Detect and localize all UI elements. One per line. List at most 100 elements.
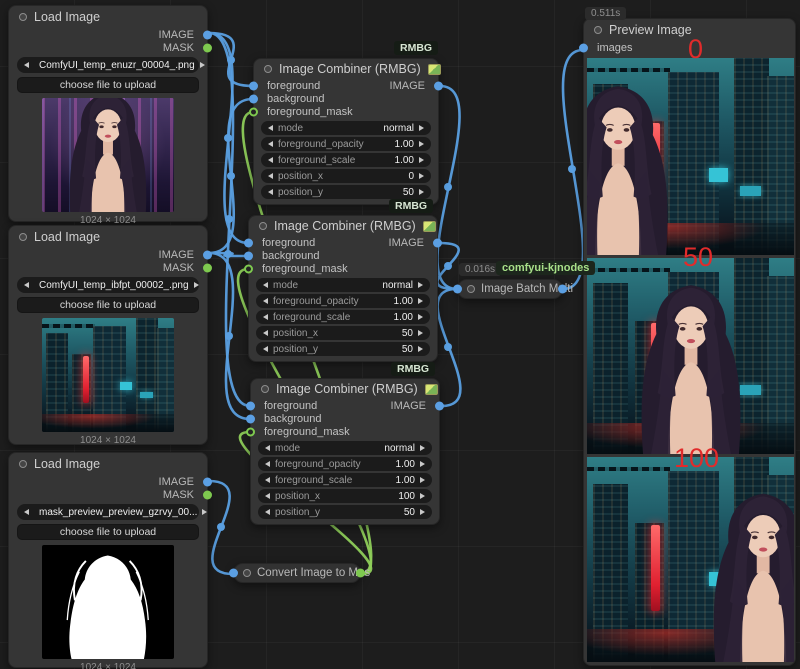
node-graph-canvas[interactable]: Load Image IMAGE MASK image ComfyUI_temp… [0,0,800,669]
prev-arrow-icon[interactable] [268,173,273,179]
background-input-dot[interactable] [246,414,255,423]
widget-position-x[interactable]: position_x 0 [261,169,431,183]
next-arrow-icon[interactable] [420,445,425,451]
widget-position-y[interactable]: position_y 50 [258,505,432,519]
widget-mode[interactable]: mode normal [261,121,431,135]
output-slot-image[interactable]: IMAGE [9,475,207,488]
node-image-combiner-3[interactable]: Image Combiner (RMBG) foreground IMAGE b… [250,378,440,525]
collapse-dot-icon[interactable] [19,13,27,21]
foreground-input-dot[interactable] [244,238,253,247]
foreground-mask-input-dot[interactable] [244,264,253,273]
collapse-dot-icon[interactable] [19,233,27,241]
output-slot-mask[interactable]: MASK [9,41,207,54]
collapse-dot-icon[interactable] [594,26,602,34]
node-title-bar[interactable]: Load Image [9,226,207,248]
background-input-dot[interactable] [249,94,258,103]
input-slot-background[interactable]: background [251,412,439,425]
node-title-bar[interactable]: Image Combiner (RMBG) [249,216,437,236]
node-image-combiner-1[interactable]: Image Combiner (RMBG) foreground IMAGE b… [253,58,439,205]
output-slot-image[interactable]: IMAGE [9,248,207,261]
input-slot-foreground[interactable]: foreground IMAGE [254,79,438,92]
prev-arrow-icon[interactable] [268,189,273,195]
node-title-bar[interactable]: Image Combiner (RMBG) [254,59,438,79]
image-combo-widget[interactable]: image ComfyUI_temp_ibfpt_00002_.png [17,277,199,293]
batch-output-dot[interactable] [558,285,567,294]
input-slot-foreground[interactable]: foreground IMAGE [249,236,437,249]
input-slot-background[interactable]: background [254,92,438,105]
prev-arrow-icon[interactable] [265,493,270,499]
input-slot-foreground-mask[interactable]: foreground_mask [251,425,439,438]
widget-position-x[interactable]: position_x 100 [258,489,432,503]
node-load-image-2[interactable]: Load Image IMAGE MASK image ComfyUI_temp… [8,225,208,445]
next-arrow-icon[interactable] [418,346,423,352]
image-output-dot[interactable] [203,477,212,486]
next-arrow-icon[interactable] [420,509,425,515]
foreground-input-dot[interactable] [246,401,255,410]
image-output-dot[interactable] [203,30,212,39]
prev-arrow-icon[interactable] [268,157,273,163]
next-arrow-icon[interactable] [420,477,425,483]
prev-arrow-icon[interactable] [24,282,29,288]
prev-arrow-icon[interactable] [265,445,270,451]
image-output-dot[interactable] [203,250,212,259]
widget-mode[interactable]: mode normal [258,441,432,455]
widget-foreground-opacity[interactable]: foreground_opacity 1.00 [261,137,431,151]
node-title-bar[interactable]: Image Combiner (RMBG) [251,379,439,399]
prev-arrow-icon[interactable] [265,509,270,515]
node-load-image-3[interactable]: Load Image IMAGE MASK image mask_preview… [8,452,208,668]
widget-foreground-scale[interactable]: foreground_scale 1.00 [261,153,431,167]
prev-arrow-icon[interactable] [263,298,268,304]
next-arrow-icon[interactable] [419,157,424,163]
next-arrow-icon[interactable] [418,330,423,336]
output-slot-mask[interactable]: MASK [9,261,207,274]
next-arrow-icon[interactable] [202,509,207,515]
next-arrow-icon[interactable] [194,282,199,288]
next-arrow-icon[interactable] [419,125,424,131]
choose-file-button[interactable]: choose file to upload [17,77,199,93]
prev-arrow-icon[interactable] [263,314,268,320]
foreground-input-dot[interactable] [249,81,258,90]
background-input-dot[interactable] [244,251,253,260]
prev-arrow-icon[interactable] [263,330,268,336]
output-slot-image[interactable]: IMAGE [9,28,207,41]
next-arrow-icon[interactable] [418,298,423,304]
collapse-dot-icon[interactable] [467,285,475,293]
collapse-dot-icon[interactable] [261,385,269,393]
widget-foreground-scale[interactable]: foreground_scale 1.00 [256,310,430,324]
prev-arrow-icon[interactable] [24,509,29,515]
convert-input-dot[interactable] [229,569,238,578]
collapse-dot-icon[interactable] [264,65,272,73]
mask-output-dot[interactable] [203,490,212,499]
output-slot-mask[interactable]: MASK [9,488,207,501]
prev-arrow-icon[interactable] [268,141,273,147]
next-arrow-icon[interactable] [419,141,424,147]
image-combo-widget[interactable]: image ComfyUI_temp_enuzr_00004_.png [17,57,199,73]
image-output-dot[interactable] [434,81,443,90]
input-slot-foreground-mask[interactable]: foreground_mask [249,262,437,275]
next-arrow-icon[interactable] [419,189,424,195]
next-arrow-icon[interactable] [200,62,205,68]
node-convert-image-to-mask[interactable]: Convert Image to Mas [233,563,361,583]
mask-output-dot[interactable] [203,43,212,52]
widget-position-y[interactable]: position_y 50 [261,185,431,199]
collapse-dot-icon[interactable] [243,569,251,577]
batch-input-dot[interactable] [453,285,462,294]
next-arrow-icon[interactable] [418,282,423,288]
next-arrow-icon[interactable] [418,314,423,320]
preview-image-2[interactable] [587,457,794,662]
input-slot-foreground-mask[interactable]: foreground_mask [254,105,438,118]
convert-output-dot[interactable] [356,569,365,578]
prev-arrow-icon[interactable] [263,346,268,352]
widget-foreground-opacity[interactable]: foreground_opacity 1.00 [258,457,432,471]
foreground-mask-input-dot[interactable] [249,107,258,116]
collapse-dot-icon[interactable] [259,222,267,230]
images-input-dot[interactable] [579,43,588,52]
preview-image-0[interactable] [587,58,794,255]
next-arrow-icon[interactable] [419,173,424,179]
node-title-bar[interactable]: Load Image [9,6,207,28]
next-arrow-icon[interactable] [420,493,425,499]
widget-position-x[interactable]: position_x 50 [256,326,430,340]
collapse-dot-icon[interactable] [19,460,27,468]
preview-image-1[interactable] [587,258,794,454]
prev-arrow-icon[interactable] [263,282,268,288]
